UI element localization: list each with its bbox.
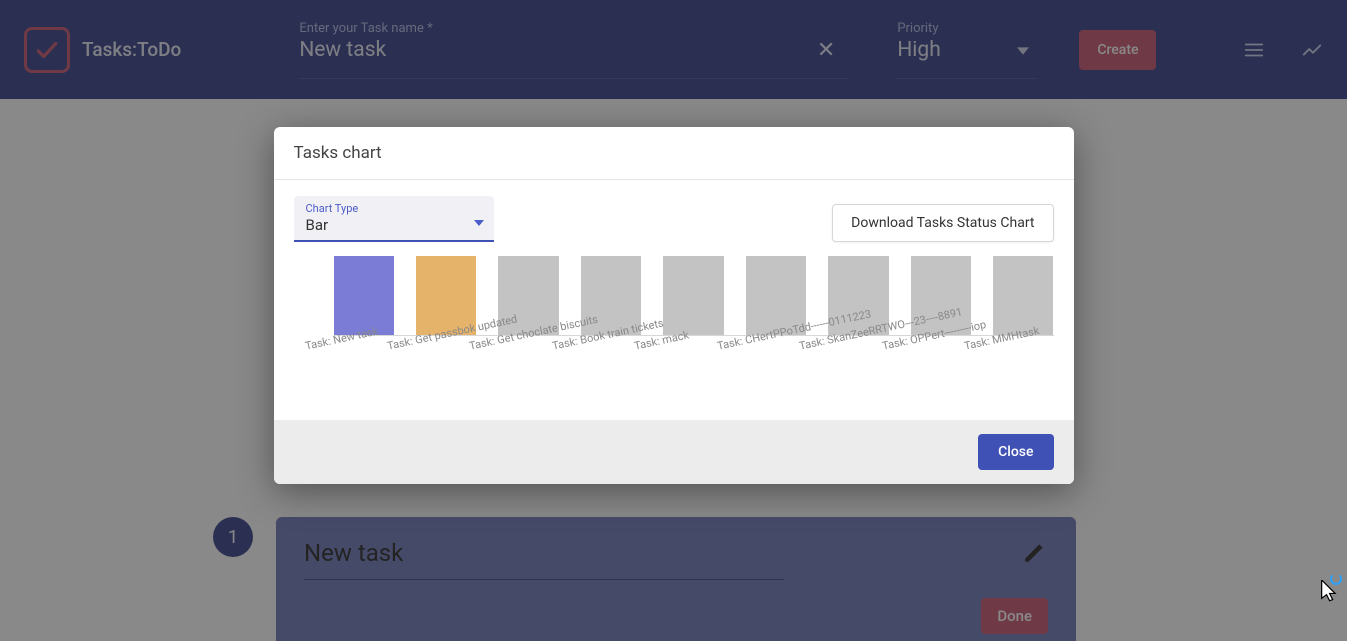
chart-type-label: Chart Type xyxy=(306,202,482,215)
modal-body: Chart Type Bar Download Tasks Status Cha… xyxy=(274,180,1074,420)
chevron-down-icon xyxy=(474,211,484,230)
chart-type-select[interactable]: Chart Type Bar xyxy=(294,196,494,242)
modal-controls: Chart Type Bar Download Tasks Status Cha… xyxy=(294,196,1054,242)
chart-bar xyxy=(663,256,723,336)
tasks-chart-modal: Tasks chart Chart Type Bar Download Task… xyxy=(274,127,1074,484)
modal-overlay[interactable]: Tasks chart Chart Type Bar Download Task… xyxy=(0,0,1347,641)
modal-title: Tasks chart xyxy=(294,143,1054,163)
close-button[interactable]: Close xyxy=(978,434,1053,470)
download-chart-button[interactable]: Download Tasks Status Chart xyxy=(832,204,1053,242)
chart-bar xyxy=(993,256,1053,336)
modal-footer: Close xyxy=(274,420,1074,484)
modal-header: Tasks chart xyxy=(274,127,1074,180)
chart-bar xyxy=(334,256,394,336)
chart-area: Task: New taskTask: Get passbok updatedT… xyxy=(334,256,1054,396)
chart-type-value: Bar xyxy=(306,216,482,234)
